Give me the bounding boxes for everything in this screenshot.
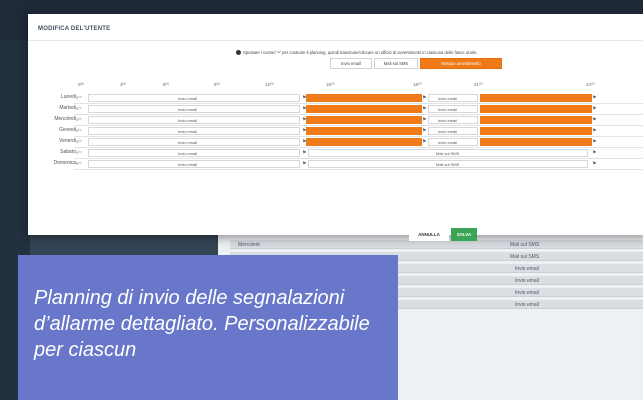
time-segment-label: Mail sul SMS (436, 151, 460, 156)
save-button[interactable]: SALVA (451, 228, 477, 241)
slider-handle-icon[interactable]: ⚑ (592, 138, 596, 146)
hour-label: 12⁰⁰ (265, 82, 274, 87)
start-marker[interactable]: 0⁰⁰ (76, 139, 81, 144)
day-label: Mercoledi (54, 116, 76, 122)
day-label: Venerdi (59, 138, 76, 144)
row-divider (74, 158, 643, 159)
time-segment-none[interactable] (306, 127, 422, 135)
time-segment-label: Invio email (438, 107, 458, 112)
row-divider (74, 147, 643, 148)
hour-label: 6⁰⁰ (163, 82, 170, 87)
time-segment-label: Invio email (178, 151, 198, 156)
day-label: Giovedi (59, 127, 76, 133)
time-segment-none[interactable] (306, 105, 422, 113)
help-text: Spostare i cursori “•” per costruire il … (236, 50, 478, 56)
background-row-email: Invio email (515, 278, 539, 284)
time-segment-none[interactable] (480, 105, 592, 113)
time-segment-label: Invio email (178, 140, 198, 145)
hour-label: 24⁰⁰ (586, 82, 595, 87)
time-segment-label: Invio email (178, 107, 198, 112)
time-segment-label: Invio email (438, 96, 458, 101)
hour-label: 9⁰⁰ (214, 82, 221, 87)
time-segment-label: Invio email (178, 129, 198, 134)
start-marker[interactable]: 0⁰⁰ (76, 161, 81, 166)
time-segment-label: Invio email (438, 129, 458, 134)
hour-label: 0⁰⁰ (78, 82, 85, 87)
info-icon (236, 50, 241, 56)
row-divider (74, 169, 643, 170)
time-segment-none[interactable] (480, 94, 592, 102)
time-segment-none[interactable] (306, 94, 422, 102)
day-label: Sabato (60, 149, 76, 155)
slider-handle-icon[interactable]: ⚑ (592, 105, 596, 113)
time-segment-none[interactable] (306, 138, 422, 146)
caption-overlay: Planning di invio delle segnalazioni d’a… (18, 255, 398, 400)
background-row-day: Mercoledi (238, 242, 260, 248)
time-segment-none[interactable] (480, 116, 592, 124)
slider-handle-icon[interactable]: ⚑ (302, 149, 306, 157)
hour-label: 18⁰⁰ (413, 82, 422, 87)
time-segment-label: Invio email (438, 140, 458, 145)
slider-handle-icon[interactable]: ⚑ (422, 127, 426, 135)
hour-label: 15⁰⁰ (326, 82, 335, 87)
mode-none-button[interactable]: Nessun avvertimento (420, 58, 502, 69)
start-marker[interactable]: 0⁰⁰ (76, 106, 81, 111)
hour-label: 21⁰⁰ (474, 82, 483, 87)
start-marker[interactable]: 0⁰⁰ (76, 95, 81, 100)
slider-handle-icon[interactable]: ⚑ (592, 160, 596, 168)
slider-handle-icon[interactable]: ⚑ (592, 127, 596, 135)
background-row-value: Mail sul SMS (510, 254, 540, 260)
start-marker[interactable]: 0⁰⁰ (76, 150, 81, 155)
caption-text: Planning di invio delle segnalazioni d’a… (34, 287, 370, 361)
time-segment-label: Mail sul SMS (436, 162, 460, 167)
time-segment-label: Invio email (178, 96, 198, 101)
day-label: Martedi (59, 105, 76, 111)
row-divider (74, 103, 643, 104)
background-row: Mercoledi Mail sul SMS (230, 240, 643, 249)
mode-sms-button[interactable]: Mail sul SMS (374, 58, 418, 69)
hour-label: 3⁰⁰ (120, 82, 127, 87)
day-label: Lunedi (60, 94, 76, 100)
start-marker[interactable]: 0⁰⁰ (76, 128, 81, 133)
help-text-content: Spostare i cursori “•” per costruire il … (243, 50, 478, 55)
background-row-email: Invio email (515, 290, 539, 296)
time-segment-none[interactable] (480, 127, 592, 135)
edit-user-modal: MODIFICA DEL'UTENTE Spostare i cursori “… (28, 14, 643, 241)
time-segment-none[interactable] (480, 138, 592, 146)
slider-handle-icon[interactable]: ⚑ (592, 94, 596, 102)
cancel-button[interactable]: ANNULLA (409, 228, 449, 241)
slider-handle-icon[interactable]: ⚑ (592, 149, 596, 157)
time-segment-label: Invio email (178, 162, 198, 167)
slider-handle-icon[interactable]: ⚑ (422, 94, 426, 102)
modal-divider (28, 40, 643, 41)
slider-handle-icon[interactable]: ⚑ (422, 105, 426, 113)
row-divider (74, 136, 643, 137)
background-row-email: Invio email (515, 302, 539, 308)
slider-handle-icon[interactable]: ⚑ (302, 160, 306, 168)
mode-email-button[interactable]: Invio email (330, 58, 372, 69)
slider-handle-icon[interactable]: ⚑ (422, 138, 426, 146)
day-label: Domenica (53, 160, 76, 166)
time-segment-label: Invio email (438, 118, 458, 123)
time-segment-label: Invio email (178, 118, 198, 123)
slider-handle-icon[interactable]: ⚑ (592, 116, 596, 124)
row-divider (74, 125, 643, 126)
row-divider (74, 114, 643, 115)
background-row-email: Invio email (515, 266, 539, 272)
start-marker[interactable]: 0⁰⁰ (76, 117, 81, 122)
slider-handle-icon[interactable]: ⚑ (422, 116, 426, 124)
time-segment-none[interactable] (306, 116, 422, 124)
background-row-value: Mail sul SMS (510, 242, 540, 248)
modal-title: MODIFICA DEL'UTENTE (38, 26, 111, 32)
